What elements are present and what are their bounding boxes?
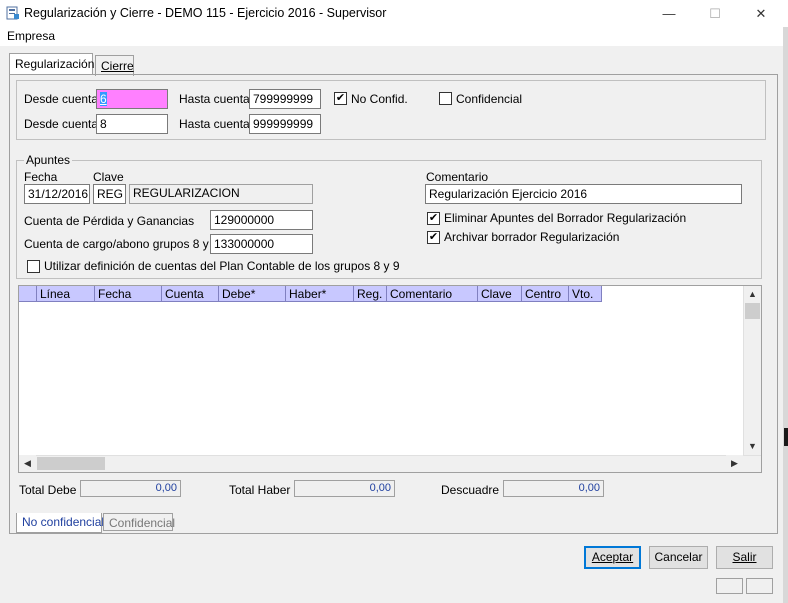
scroll-right-icon[interactable]: ▶ <box>726 455 743 472</box>
scroll-up-icon[interactable]: ▲ <box>744 286 761 303</box>
status-panel-1 <box>716 578 743 594</box>
aceptar-button[interactable]: Aceptar <box>584 546 641 569</box>
total-debe-value: 0,00 <box>80 480 181 497</box>
archivar-label: Archivar borrador Regularización <box>444 230 620 244</box>
comentario-label: Comentario <box>426 170 489 184</box>
maximize-button[interactable]: ☐ <box>692 0 738 27</box>
total-debe-label: Total Debe <box>19 483 77 497</box>
desde-cuenta-input-2[interactable]: 8 <box>96 114 168 134</box>
salir-label: Salir <box>732 550 757 564</box>
scroll-left-icon[interactable]: ◀ <box>19 455 36 472</box>
menu-empresa[interactable]: Empresa <box>7 29 55 43</box>
salir-button[interactable]: Salir <box>716 546 773 569</box>
grid-header-comentario[interactable]: Comentario <box>387 286 478 302</box>
no-confid-checkbox[interactable]: ✔ <box>334 92 347 105</box>
grid-header-linea[interactable]: Línea <box>37 286 95 302</box>
title-bar: Regularización y Cierre - DEMO 115 - Eje… <box>0 0 788 27</box>
aceptar-label: Aceptar <box>591 550 634 564</box>
tab-cierre-label: Cierre <box>101 59 134 73</box>
hasta-cuenta-input-2[interactable]: 999999999 <box>249 114 321 134</box>
clave-description: REGULARIZACION <box>129 184 313 204</box>
hasta-cuenta-label-2: Hasta cuenta <box>179 117 250 131</box>
grid-header-cuenta[interactable]: Cuenta <box>162 286 219 302</box>
desde-cuenta-input-1[interactable]: 6 <box>96 89 168 109</box>
hasta-cuenta-input-1[interactable]: 799999999 <box>249 89 321 109</box>
cancelar-label: Cancelar <box>654 550 703 564</box>
apuntes-grid[interactable]: Línea Fecha Cuenta Debe* Haber* Reg. Com… <box>18 285 762 473</box>
descuadre-value: 0,00 <box>503 480 604 497</box>
utilizar-label: Utilizar definición de cuentas del Plan … <box>44 259 400 273</box>
cuenta-pyg-input[interactable]: 129000000 <box>210 210 313 230</box>
tab-no-confidencial[interactable]: No confidencial <box>16 513 104 533</box>
no-confid-label: No Confid. <box>351 92 408 106</box>
grid-corner <box>19 286 37 302</box>
desde-cuenta-value-1: 6 <box>100 92 107 106</box>
grid-header-clave[interactable]: Clave <box>478 286 522 302</box>
fecha-label: Fecha <box>24 170 58 184</box>
grid-header-haber[interactable]: Haber* <box>286 286 354 302</box>
tab-confidencial[interactable]: Confidencial <box>103 513 175 531</box>
vertical-scroll-thumb[interactable] <box>745 303 760 319</box>
tab-regularizacion-label: Regularización <box>15 57 95 71</box>
fecha-input[interactable]: 31/12/2016 <box>24 184 90 204</box>
confidencial-checkbox[interactable] <box>439 92 452 105</box>
eliminar-label: Eliminar Apuntes del Borrador Regulariza… <box>444 211 687 225</box>
total-haber-value: 0,00 <box>294 480 395 497</box>
grid-header-vto[interactable]: Vto. <box>569 286 602 302</box>
minimize-button[interactable]: — <box>646 0 692 27</box>
cuenta-cargo-input[interactable]: 133000000 <box>210 234 313 254</box>
desde-cuenta-label-2: Desde cuenta <box>24 117 99 131</box>
descuadre-label: Descuadre <box>441 483 500 497</box>
cancelar-button[interactable]: Cancelar <box>649 546 708 569</box>
app-icon <box>6 6 19 20</box>
eliminar-checkbox[interactable]: ✔ <box>427 212 440 225</box>
tab-cierre[interactable]: Cierre <box>95 55 134 76</box>
comentario-input[interactable]: Regularización Ejercicio 2016 <box>425 184 742 204</box>
status-panel-2 <box>746 578 773 594</box>
grid-header-debe[interactable]: Debe* <box>219 286 286 302</box>
edge-mark <box>784 428 788 446</box>
hasta-cuenta-label-1: Hasta cuenta <box>179 92 250 106</box>
grid-horizontal-scrollbar[interactable] <box>19 455 761 472</box>
utilizar-checkbox[interactable] <box>27 260 40 273</box>
confidencial-label: Confidencial <box>456 92 523 106</box>
close-button[interactable]: ✕ <box>738 0 784 27</box>
clave-label: Clave <box>93 170 124 184</box>
tab-regularizacion[interactable]: Regularización <box>9 53 95 75</box>
total-haber-label: Total Haber <box>229 483 291 497</box>
archivar-checkbox[interactable]: ✔ <box>427 231 440 244</box>
cuenta-pyg-label: Cuenta de Pérdida y Ganancias <box>24 214 195 228</box>
clave-input[interactable]: REG <box>93 184 126 204</box>
cuenta-cargo-label: Cuenta de cargo/abono grupos 8 y 9 <box>24 237 219 251</box>
window-edge <box>783 27 788 603</box>
apuntes-group-title: Apuntes <box>24 153 73 167</box>
grid-header-centro[interactable]: Centro <box>522 286 569 302</box>
desde-cuenta-label-1: Desde cuenta <box>24 92 99 106</box>
grid-header-fecha[interactable]: Fecha <box>95 286 162 302</box>
scroll-down-icon[interactable]: ▼ <box>744 438 761 455</box>
grid-header-reg[interactable]: Reg. <box>354 286 387 302</box>
menu-bar: Empresa <box>0 27 788 46</box>
window-title: Regularización y Cierre - DEMO 115 - Eje… <box>24 6 387 20</box>
horizontal-scroll-thumb[interactable] <box>37 457 105 470</box>
